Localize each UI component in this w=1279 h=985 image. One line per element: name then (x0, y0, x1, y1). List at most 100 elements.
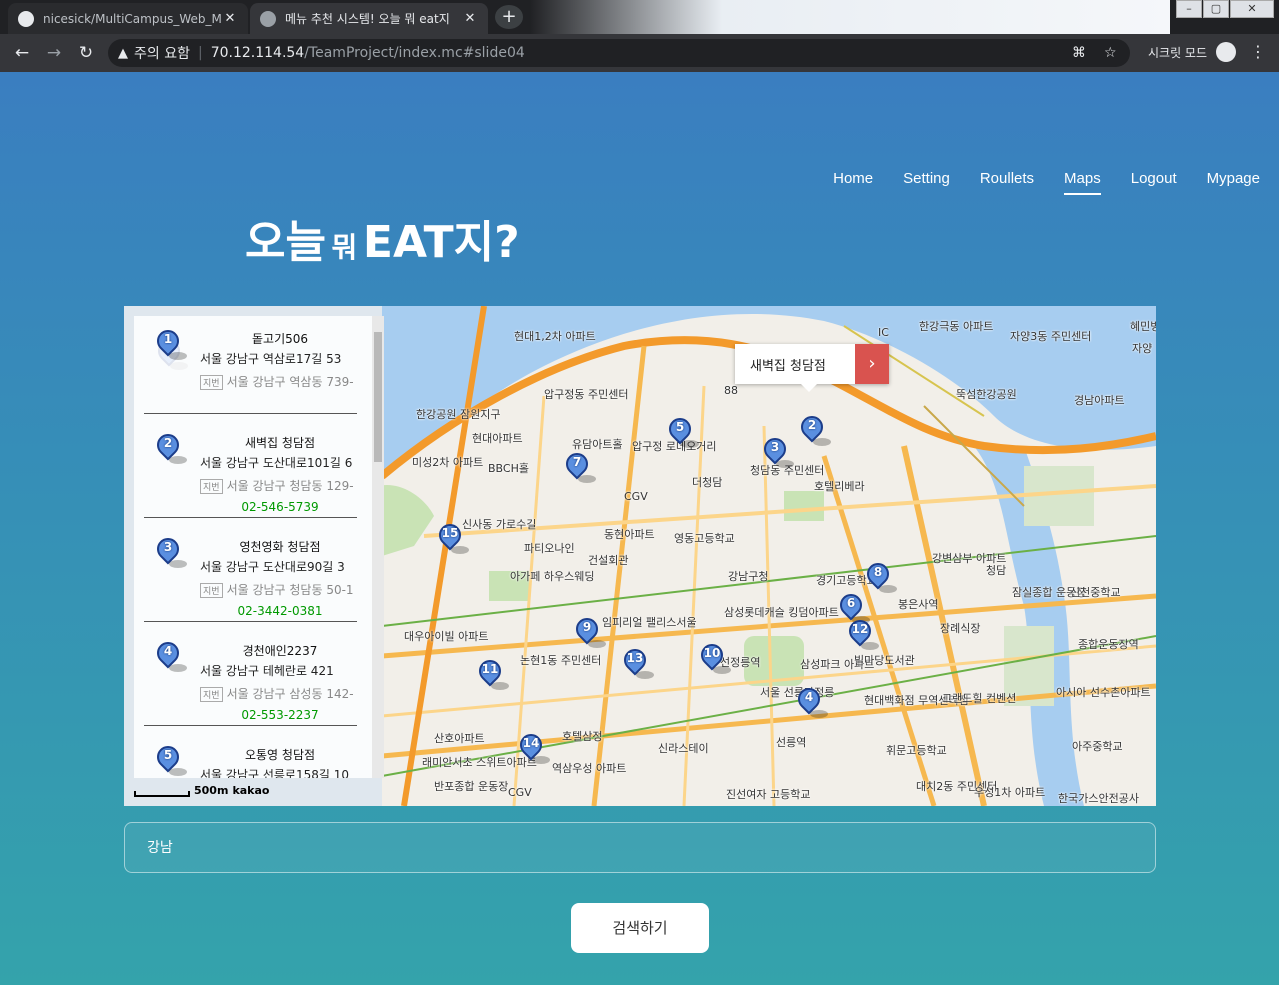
forward-icon[interactable]: → (42, 41, 66, 65)
close-window-button[interactable]: ✕ (1230, 0, 1274, 18)
marker-number: 9 (582, 620, 592, 634)
map-label: 대우아이빌 아파트 (404, 630, 489, 643)
map-label: 유담아트홀 (572, 438, 623, 451)
scrollbar-thumb[interactable] (374, 332, 382, 462)
list-scrollbar[interactable] (372, 316, 384, 778)
map-label: 현대아파트 (472, 432, 523, 445)
nav-maps[interactable]: Maps (1064, 170, 1101, 195)
close-icon[interactable]: ✕ (462, 11, 478, 26)
nav-home[interactable]: Home (833, 170, 873, 195)
map-marker-pin-icon[interactable]: 2 (796, 411, 831, 450)
marker-number: 6 (846, 596, 856, 610)
nav-logout[interactable]: Logout (1131, 170, 1177, 195)
map-label: 뚝섬한강공원 (956, 388, 1017, 401)
tab-title: nicesick/MultiCampus_Web_Min (43, 11, 222, 26)
list-item[interactable]: 4 경천애인2237 서울 강남구 테헤란로 421 지번 서울 강남구 삼성동 … (144, 622, 357, 726)
map-marker-pin-icon[interactable]: 14 (515, 729, 550, 768)
nav-setting[interactable]: Setting (903, 170, 950, 195)
map-marker-pin-icon[interactable]: 15 (434, 519, 469, 558)
map-marker-pin-icon[interactable]: 5 (664, 413, 699, 452)
map-label: 현대1,2차 아파트 (514, 330, 596, 343)
map-marker-pin-icon[interactable]: 3 (759, 433, 794, 472)
map-marker-pin-icon[interactable]: 4 (793, 683, 828, 722)
minimize-button[interactable]: – (1176, 0, 1202, 18)
place-phone: 02-546-5739 (241, 500, 319, 514)
map-label: 동현아파트 (604, 528, 655, 541)
place-address: 서울 강남구 도산대로90길 3 (200, 560, 345, 574)
map-label: 산호아파트 (434, 732, 485, 745)
place-name[interactable]: 영천영화 청담점 (200, 538, 360, 555)
list-item[interactable]: 3 영천영화 청담점 서울 강남구 도산대로90길 3 지번 서울 강남구 청담동… (144, 518, 357, 622)
brand-title: 오늘 뭐 EAT지? (245, 217, 520, 268)
list-item[interactable]: 5 오통영 청담점 서울 강남구 선릉로158길 10 (144, 726, 357, 778)
map-marker-pin-icon[interactable]: 11 (474, 655, 509, 694)
map-marker-pin-icon[interactable]: 13 (619, 644, 654, 683)
marker-number: 14 (522, 736, 540, 750)
map-label: 그랜드힐 컨벤션 (942, 692, 1017, 705)
chevron-right-icon[interactable]: › (855, 344, 889, 384)
close-icon[interactable]: ✕ (222, 11, 238, 26)
place-name[interactable]: 오통영 청담점 (200, 746, 360, 763)
map-label: CGV (624, 490, 648, 503)
marker-number: 4 (804, 690, 814, 704)
map-label: 장례식장 (940, 622, 981, 635)
place-phone: 02-553-2237 (241, 708, 319, 722)
map-marker-pin-icon[interactable]: 9 (571, 613, 606, 652)
info-window[interactable]: 새벽집 청담점 › (735, 344, 889, 392)
star-icon[interactable]: ☆ (1104, 39, 1117, 67)
place-name[interactable]: 새벽집 청담점 (200, 434, 360, 451)
menu-icon[interactable]: ⋮ (1250, 42, 1266, 61)
marker-number: 13 (626, 651, 644, 665)
map-label: IC (878, 326, 889, 339)
map-label: 한국가스안전공사 (1058, 792, 1139, 805)
map-label: 청담 (986, 564, 1007, 577)
map-marker-pin-icon[interactable]: 12 (844, 615, 879, 654)
nav-mypage[interactable]: Mypage (1207, 170, 1260, 195)
url-host: 70.12.114.54 (210, 45, 305, 61)
security-label[interactable]: 주의 요함 (134, 43, 190, 63)
place-phone: 02-3442-0381 (237, 604, 323, 618)
new-tab-button[interactable]: + (495, 5, 523, 29)
map-marker-pin-icon[interactable]: 8 (862, 558, 897, 597)
search-input[interactable]: 강남 (124, 822, 1156, 873)
place-jibun: 지번 서울 강남구 역삼동 739- (200, 373, 370, 390)
address-bar[interactable]: ▲ 주의 요함 | 70.12.114.54/TeamProject/index… (108, 39, 1130, 67)
map-label: 아가페 하우스웨딩 (510, 570, 595, 583)
map-view[interactable]: 현대1,2차 아파트 압구정동 주민센터 한강극동 아파트 자양3동 주민센터 뚝섬한강… (124, 306, 1156, 806)
list-item[interactable]: 1 돝고기506 서울 강남구 역삼로17길 53 지번 서울 강남구 역삼동 7… (144, 316, 357, 414)
place-jibun: 지번 서울 강남구 청담동 50-1 (200, 581, 370, 598)
map-label: 신라스테이 (658, 742, 709, 755)
incognito-icon[interactable] (1216, 42, 1236, 62)
place-jibun: 지번 서울 강남구 청담동 129- (200, 477, 370, 494)
map-label: 휘문고등학교 (886, 744, 947, 757)
map-label: 역삼우성 아파트 (552, 762, 627, 775)
map-label: 논현1동 주민센터 (520, 654, 602, 667)
place-address: 서울 강남구 테헤란로 421 (200, 664, 334, 678)
back-icon[interactable]: ← (10, 41, 34, 65)
nav-roullets[interactable]: Roullets (980, 170, 1034, 195)
reload-icon[interactable]: ↻ (74, 41, 98, 65)
browser-tab-github[interactable]: nicesick/MultiCampus_Web_Min ✕ (8, 3, 248, 34)
url-path: /TeamProject/index.mc#slide04 (304, 45, 525, 61)
map-marker-pin-icon[interactable]: 10 (696, 639, 731, 678)
marker-pin-icon: 4 (152, 637, 187, 676)
list-item[interactable]: 2 새벽집 청담점 서울 강남구 도산대로101길 6 지번 서울 강남구 청담동… (144, 414, 357, 518)
translate-icon[interactable]: ⌘ (1072, 39, 1086, 67)
info-window-title: 새벽집 청담점 (750, 358, 826, 374)
map-label: 88 (724, 384, 738, 397)
browser-tab-bar: nicesick/MultiCampus_Web_Min ✕ 메뉴 추천 시스템… (0, 0, 1279, 34)
map-label: 아시아 선수촌아파트 (1056, 686, 1151, 699)
place-name[interactable]: 경천애인2237 (200, 642, 360, 659)
search-button[interactable]: 검색하기 (571, 903, 709, 953)
map-label: 자양 (1132, 342, 1153, 355)
map-label: 더청담 (692, 476, 723, 489)
maximize-button[interactable]: ▢ (1203, 0, 1229, 18)
place-name[interactable]: 돝고기506 (200, 330, 360, 347)
browser-tab-active[interactable]: 메뉴 추천 시스템! 오늘 뭐 eat지 ✕ (250, 3, 488, 34)
map-label: 자양3동 주민센터 (1010, 330, 1092, 343)
result-list[interactable]: 1 돝고기506 서울 강남구 역삼로17길 53 지번 서울 강남구 역삼동 7… (134, 316, 384, 778)
map-marker-pin-icon[interactable]: 7 (561, 448, 596, 487)
marker-number: 15 (441, 526, 459, 540)
map-label: 한강공원 잠원지구 (416, 408, 501, 421)
map-label: 빌마당도서관 (854, 654, 915, 667)
